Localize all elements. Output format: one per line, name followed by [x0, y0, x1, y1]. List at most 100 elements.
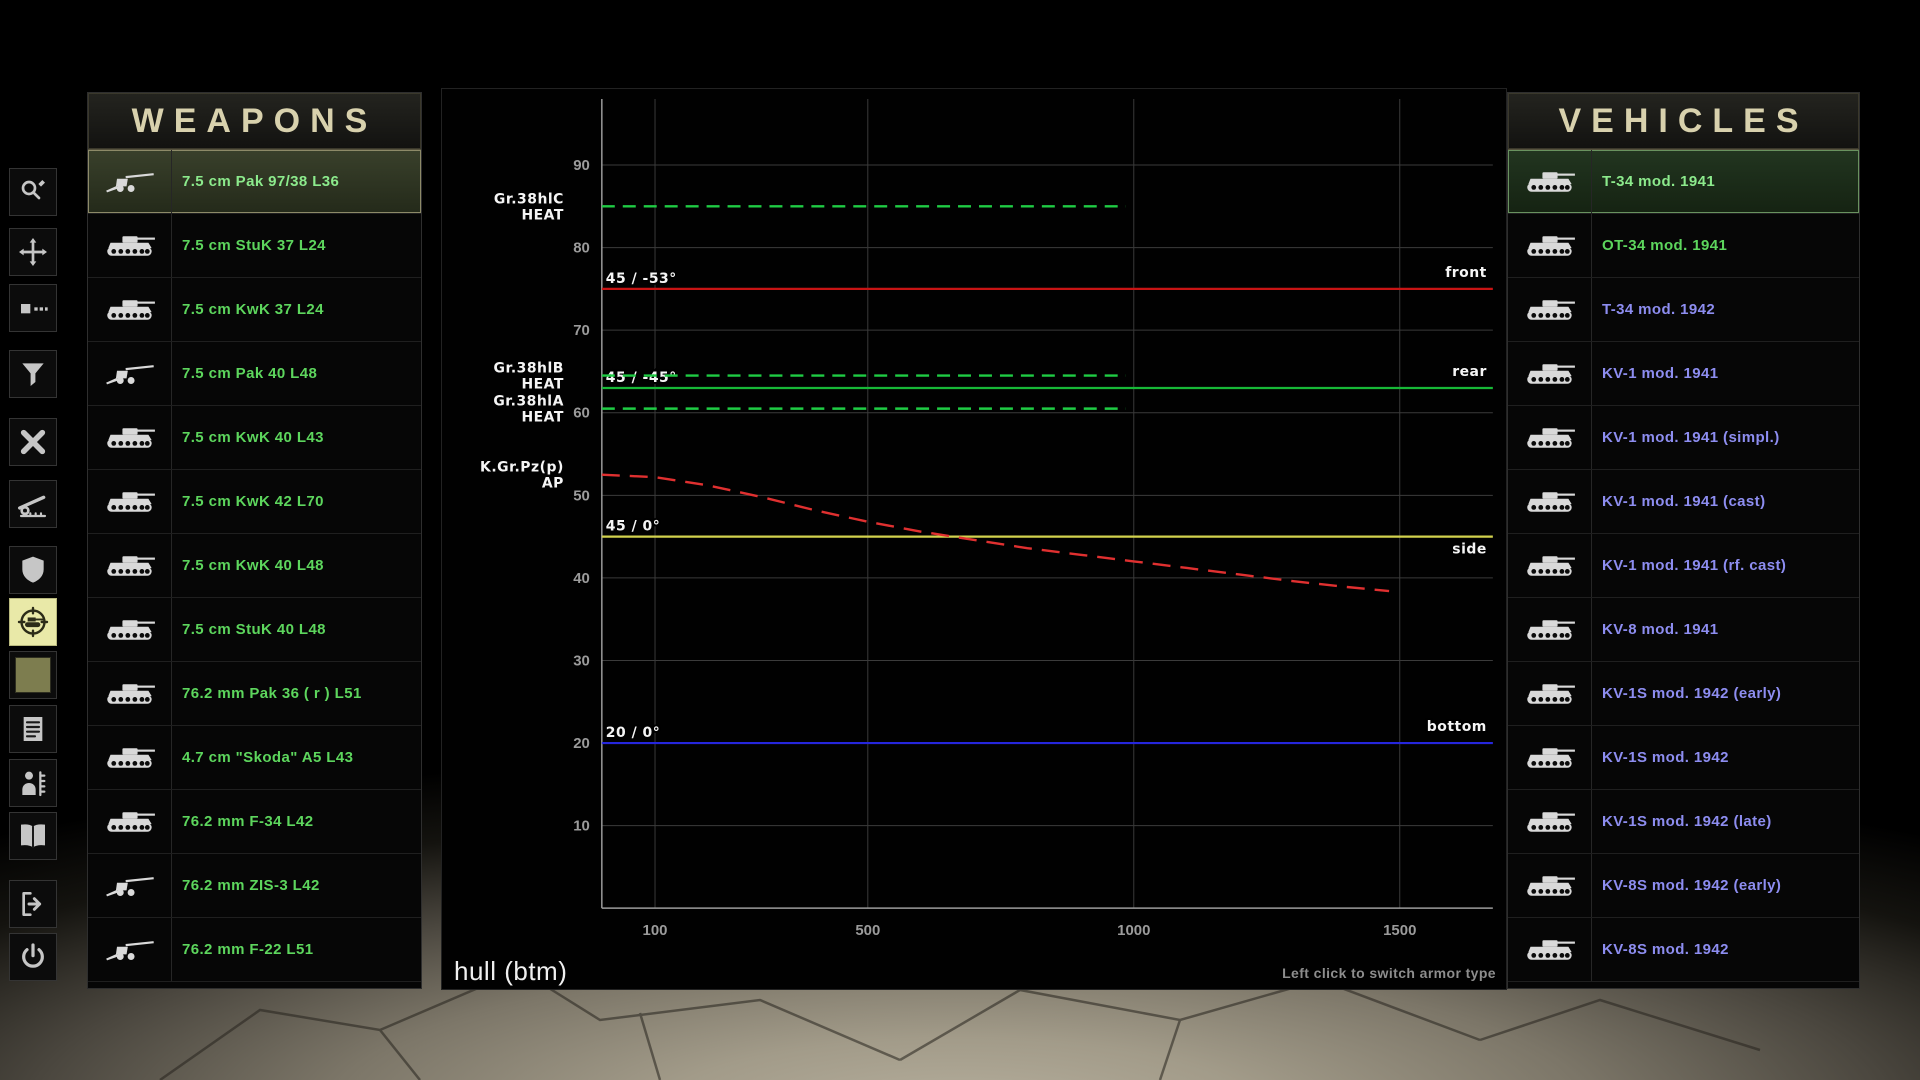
tank-icon: [1508, 470, 1592, 533]
list-item[interactable]: 7.5 cm KwK 42 L70: [88, 470, 421, 534]
series-label: Gr.38hlCHEAT: [494, 191, 564, 223]
tank-icon: [88, 534, 172, 597]
series-label: Gr.38hlAHEAT: [493, 394, 564, 426]
armor-view-icon[interactable]: [9, 598, 57, 646]
list-item-label: 7.5 cm KwK 40 L43: [172, 429, 324, 446]
weapons-title: WEAPONS: [132, 102, 378, 140]
list-item[interactable]: KV-8S mod. 1942: [1508, 918, 1859, 982]
list-item-label: T-34 mod. 1941: [1592, 173, 1715, 190]
tank-icon: [1508, 726, 1592, 789]
list-item-label: 7.5 cm KwK 40 L48: [172, 557, 324, 574]
tank-icon: [88, 790, 172, 853]
list-item-label: T-34 mod. 1942: [1592, 301, 1715, 318]
armor-value-label: 45 / -45°: [606, 370, 677, 386]
list-item[interactable]: 7.5 cm Pak 40 L48: [88, 342, 421, 406]
list-item[interactable]: KV-1 mod. 1941: [1508, 342, 1859, 406]
inspect-icon[interactable]: [9, 168, 57, 216]
exit-icon[interactable]: [9, 880, 57, 928]
list-item[interactable]: KV-8 mod. 1941: [1508, 598, 1859, 662]
x-tick-label: 100: [643, 922, 668, 939]
list-item[interactable]: 7.5 cm StuK 40 L48: [88, 598, 421, 662]
filter-icon[interactable]: [9, 350, 57, 398]
list-item[interactable]: 7.5 cm KwK 40 L48: [88, 534, 421, 598]
list-item-label: 7.5 cm Pak 97/38 L36: [172, 173, 339, 190]
series-label: K.Gr.Pz(p)AP: [480, 460, 564, 492]
report-icon[interactable]: [9, 705, 57, 753]
armor-value-label: 20 / 0°: [606, 725, 660, 741]
camo-color-swatch[interactable]: [9, 651, 57, 699]
tank-icon: [88, 726, 172, 789]
list-item[interactable]: 76.2 mm Pak 36 ( r ) L51: [88, 662, 421, 726]
list-item-label: KV-1S mod. 1942: [1592, 749, 1729, 766]
tank-icon: [1508, 918, 1592, 981]
list-item-label: KV-8S mod. 1942: [1592, 941, 1729, 958]
crew-icon[interactable]: [9, 759, 57, 807]
close-icon[interactable]: [9, 418, 57, 466]
list-item-label: KV-8S mod. 1942 (early): [1592, 877, 1781, 894]
list-item-label: KV-1S mod. 1942 (late): [1592, 813, 1772, 830]
list-item-label: 76.2 mm ZIS-3 L42: [172, 877, 320, 894]
y-tick-label: 10: [573, 818, 590, 835]
list-item[interactable]: KV-1S mod. 1942 (late): [1508, 790, 1859, 854]
list-item-label: KV-1S mod. 1942 (early): [1592, 685, 1781, 702]
y-tick-label: 20: [573, 735, 590, 752]
y-tick-label: 40: [573, 570, 590, 587]
tank-icon: [88, 278, 172, 341]
tank-icon: [1508, 790, 1592, 853]
list-item[interactable]: KV-8S mod. 1942 (early): [1508, 854, 1859, 918]
power-icon[interactable]: [9, 933, 57, 981]
armor-part-label[interactable]: hull (btm): [454, 956, 567, 987]
list-item-label: 76.2 mm F-34 L42: [172, 813, 313, 830]
list-item[interactable]: KV-1 mod. 1941 (rf. cast): [1508, 534, 1859, 598]
chart-hint: Left click to switch armor type: [1282, 965, 1496, 981]
x-tick-label: 1000: [1117, 922, 1150, 939]
list-item[interactable]: 76.2 mm F-34 L42: [88, 790, 421, 854]
list-item[interactable]: OT-34 mod. 1941: [1508, 214, 1859, 278]
y-tick-label: 30: [573, 652, 590, 669]
list-item[interactable]: KV-1S mod. 1942: [1508, 726, 1859, 790]
x-tick-label: 1500: [1383, 922, 1416, 939]
list-item[interactable]: T-34 mod. 1942: [1508, 278, 1859, 342]
penetration-chart[interactable]: 1020304050607080901005001000150045 / -53…: [442, 89, 1506, 989]
list-item[interactable]: KV-1 mod. 1941 (simpl.): [1508, 406, 1859, 470]
tank-icon: [1508, 854, 1592, 917]
list-item[interactable]: 4.7 cm "Skoda" A5 L43: [88, 726, 421, 790]
tank-icon: [1508, 534, 1592, 597]
vehicles-title: VEHICLES: [1558, 102, 1808, 140]
list-item-label: 76.2 mm F-22 L51: [172, 941, 313, 958]
list-item-label: 7.5 cm KwK 37 L24: [172, 301, 324, 318]
list-item[interactable]: 76.2 mm ZIS-3 L42: [88, 854, 421, 918]
armor-name-label: side: [1452, 542, 1487, 558]
weapons-panel: WEAPONS 7.5 cm Pak 97/38 L36 7.5 cm StuK …: [87, 92, 422, 989]
list-item-label: 7.5 cm Pak 40 L48: [172, 365, 317, 382]
y-tick-label: 50: [573, 487, 590, 504]
list-item[interactable]: 7.5 cm Pak 97/38 L36: [88, 150, 421, 214]
marker-size-icon[interactable]: [9, 284, 57, 332]
list-item[interactable]: KV-1 mod. 1941 (cast): [1508, 470, 1859, 534]
armor-value-label: 45 / -53°: [606, 271, 677, 287]
y-tick-label: 80: [573, 240, 590, 257]
weapons-header: WEAPONS: [88, 93, 421, 150]
x-tick-label: 500: [855, 922, 880, 939]
list-item[interactable]: 76.2 mm F-22 L51: [88, 918, 421, 982]
list-item[interactable]: 7.5 cm KwK 40 L43: [88, 406, 421, 470]
list-item[interactable]: KV-1S mod. 1942 (early): [1508, 662, 1859, 726]
tank-icon: [1508, 214, 1592, 277]
chart-panel[interactable]: 1020304050607080901005001000150045 / -53…: [441, 88, 1507, 990]
list-item-label: KV-1 mod. 1941 (cast): [1592, 493, 1765, 510]
list-item[interactable]: 7.5 cm StuK 37 L24: [88, 214, 421, 278]
list-item-label: 7.5 cm StuK 40 L48: [172, 621, 326, 638]
list-item[interactable]: 7.5 cm KwK 37 L24: [88, 278, 421, 342]
armor-value-label: 45 / 0°: [606, 519, 660, 535]
list-item-label: 7.5 cm KwK 42 L70: [172, 493, 324, 510]
manual-icon[interactable]: [9, 812, 57, 860]
at-gun-icon: [88, 342, 172, 405]
move-icon[interactable]: [9, 228, 57, 276]
armor-name-label: bottom: [1427, 719, 1487, 735]
series-label: Gr.38hlBHEAT: [494, 361, 564, 393]
olive-swatch: [15, 657, 51, 693]
range-icon[interactable]: [9, 480, 57, 528]
at-gun-icon: [88, 854, 172, 917]
shield-icon[interactable]: [9, 546, 57, 594]
list-item[interactable]: T-34 mod. 1941: [1508, 150, 1859, 214]
